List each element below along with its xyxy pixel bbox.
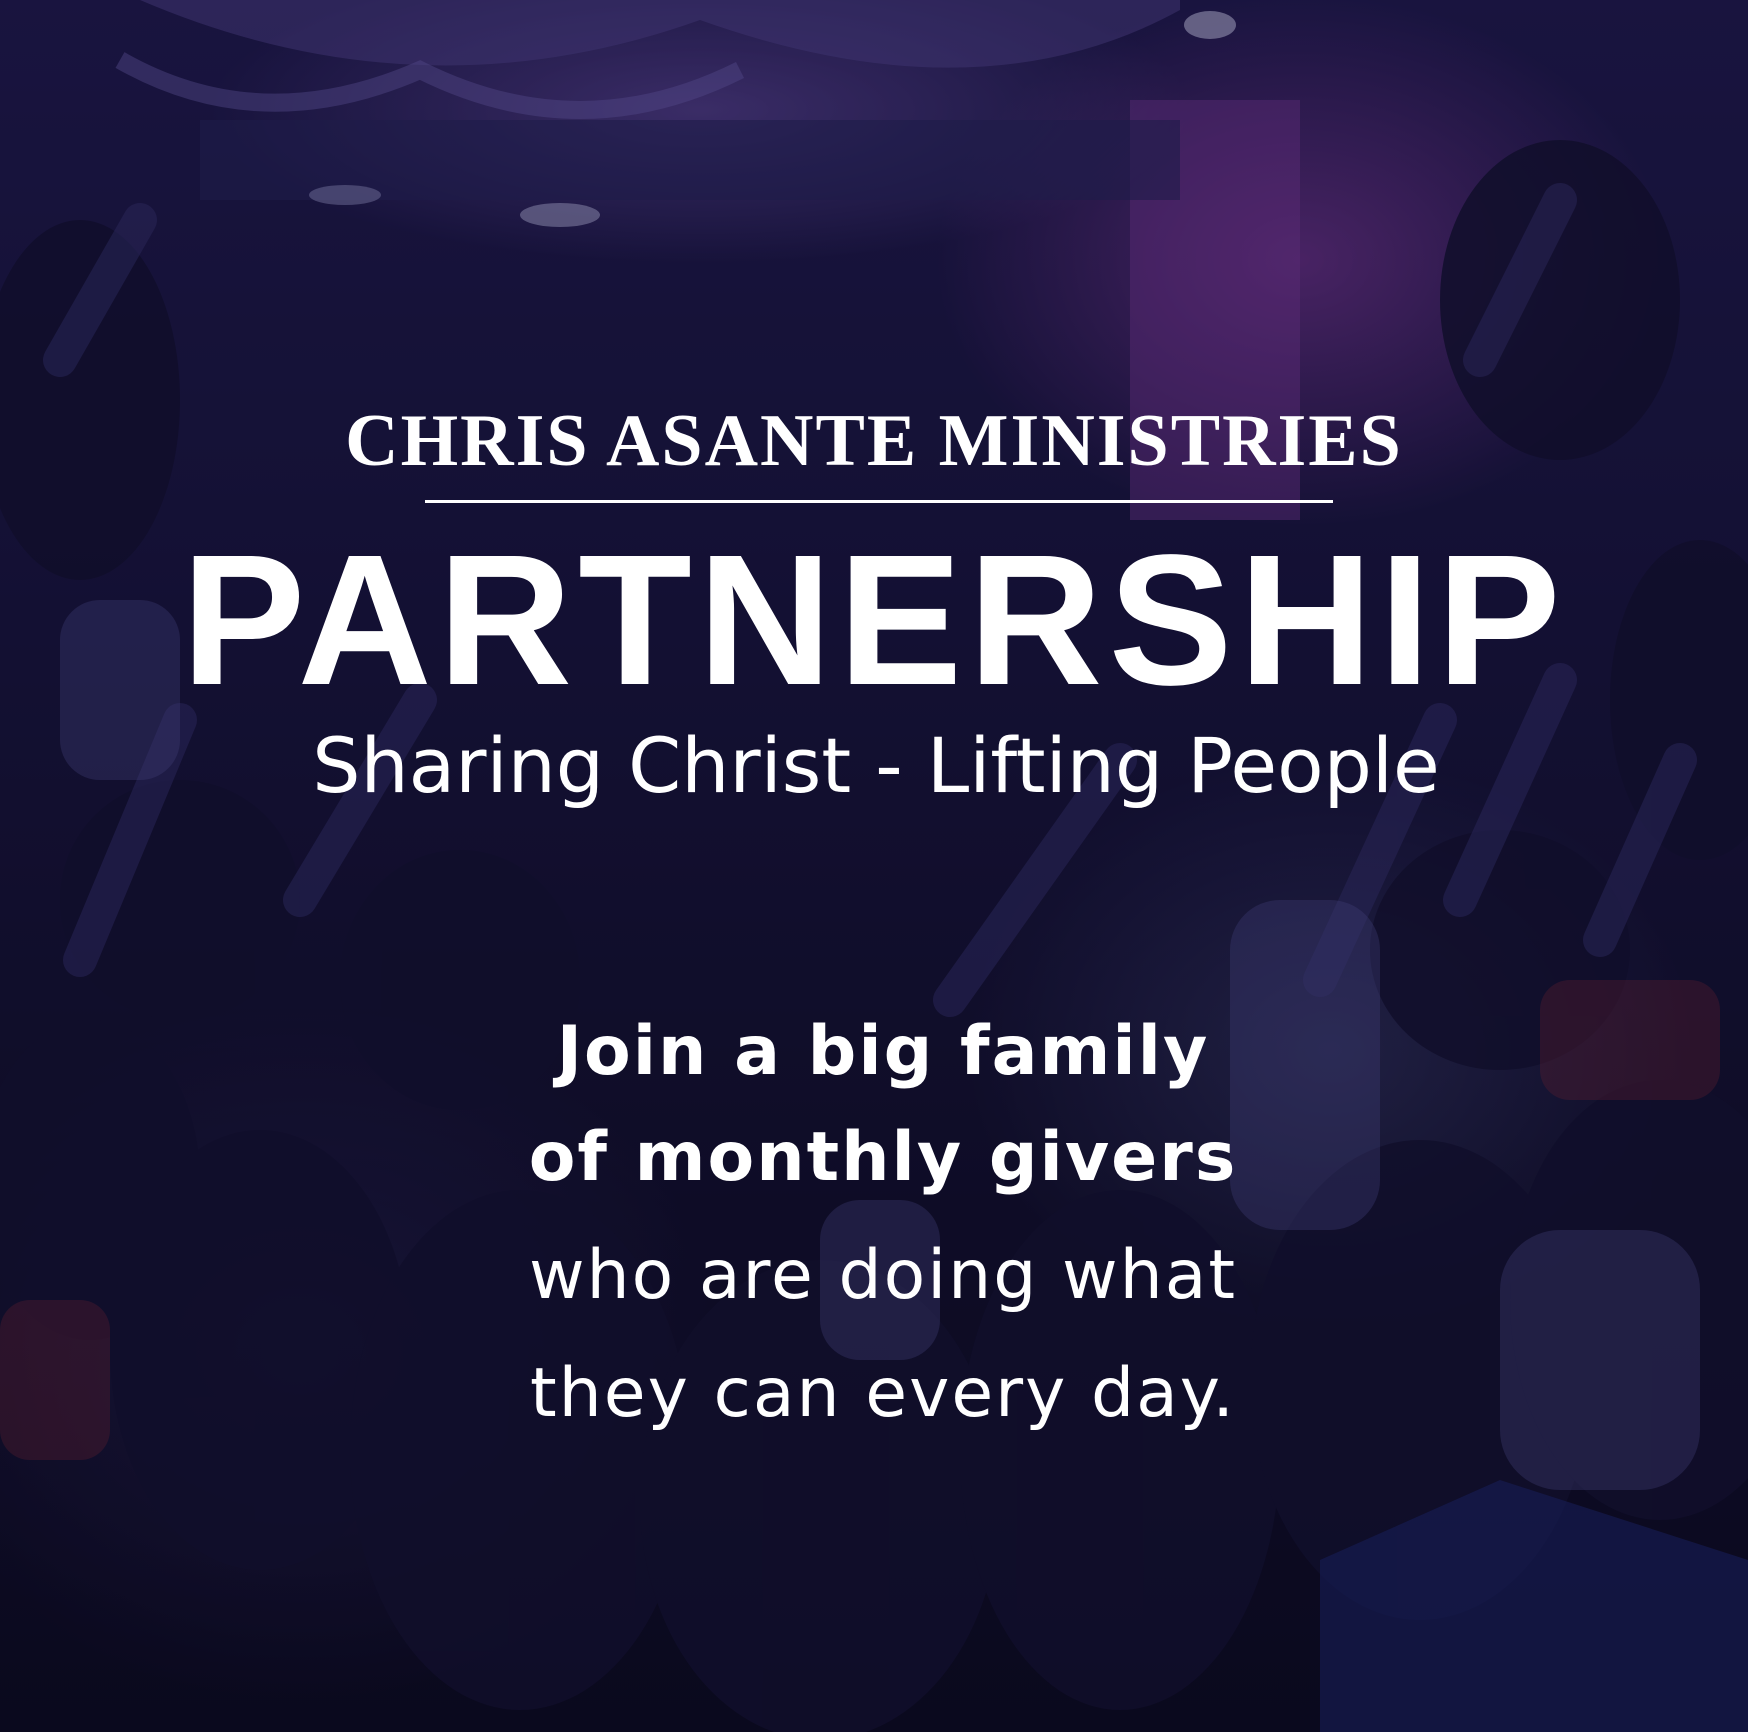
pitch-line: Join a big family bbox=[556, 1012, 1210, 1091]
pitch-line: they can every day. bbox=[530, 1354, 1236, 1433]
partnership-poster: CHRIS ASANTE MINISTRIES PARTNERSHIP Shar… bbox=[0, 0, 1748, 1732]
pitch-line: who are doing what bbox=[528, 1236, 1238, 1315]
tagline: Sharing Christ - Lifting People bbox=[312, 721, 1440, 810]
partnership-headline: PARTNERSHIP bbox=[181, 517, 1567, 724]
poster-content: CHRIS ASANTE MINISTRIES PARTNERSHIP Shar… bbox=[0, 0, 1748, 1732]
title-divider bbox=[425, 500, 1333, 503]
pitch-line: of monthly givers bbox=[528, 1118, 1238, 1197]
ministry-name: CHRIS ASANTE MINISTRIES bbox=[345, 400, 1403, 482]
